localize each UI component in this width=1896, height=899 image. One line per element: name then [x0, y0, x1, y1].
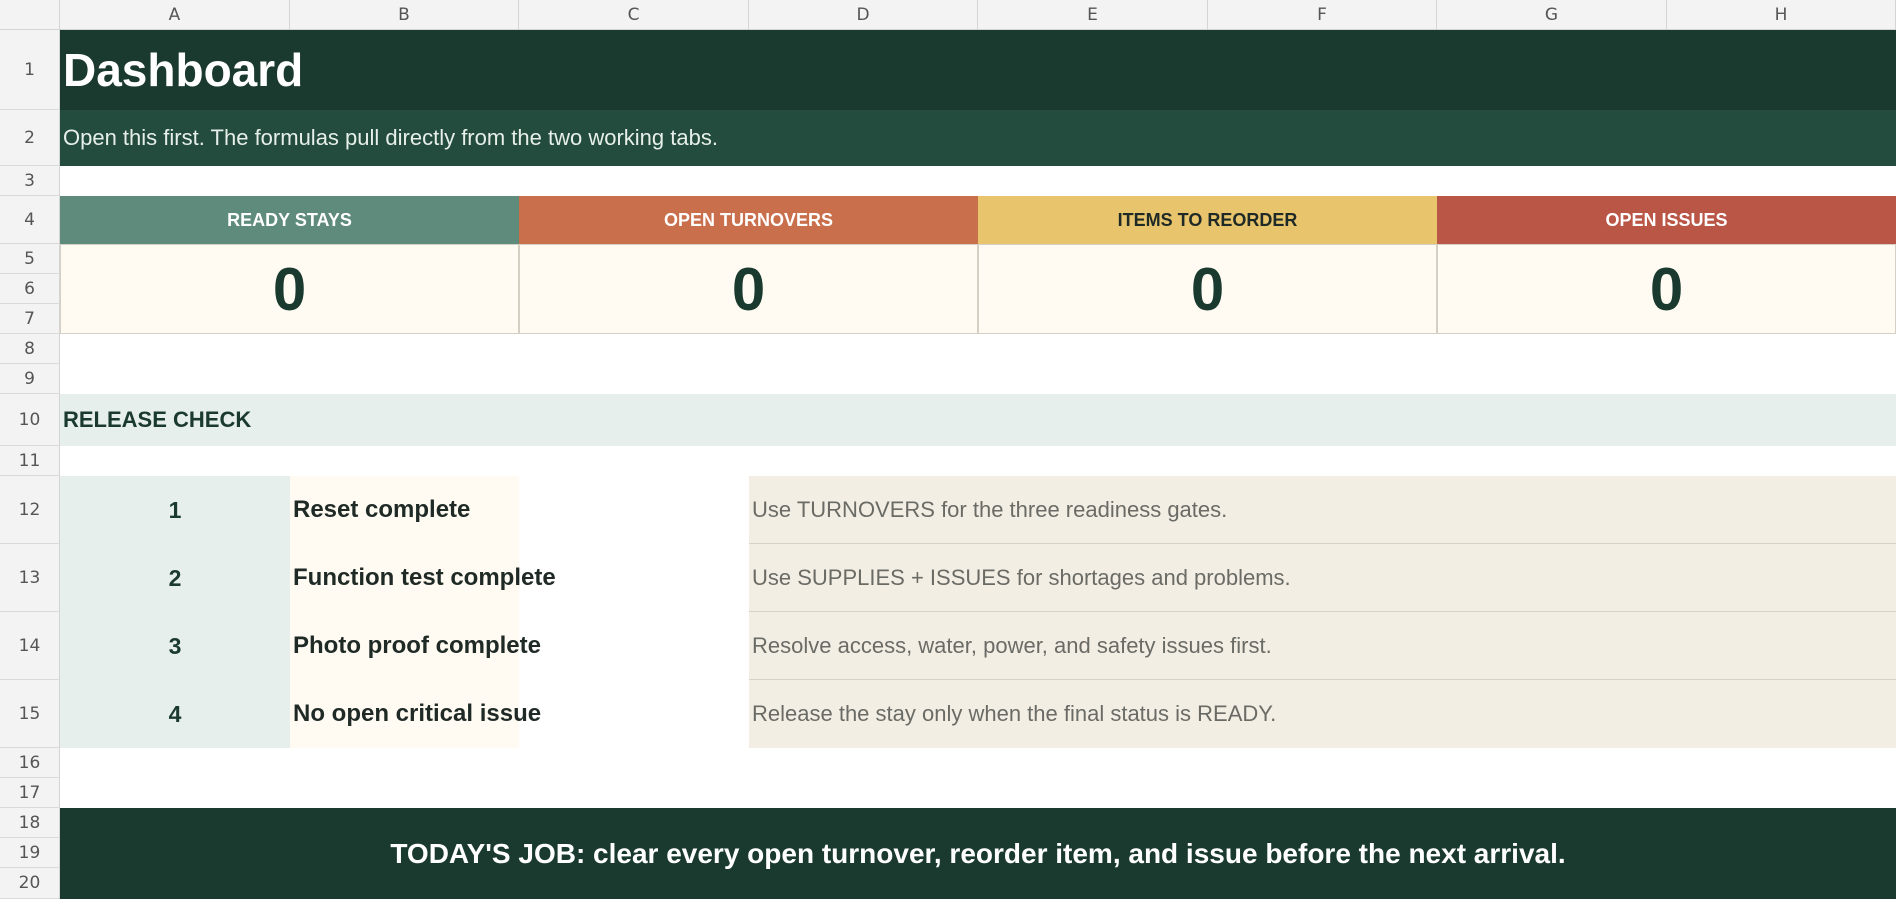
row-header-20[interactable]: 20: [0, 868, 60, 899]
row-header-11[interactable]: 11: [0, 446, 60, 476]
kpi-label-items-to-reorder[interactable]: ITEMS TO REORDER: [978, 196, 1437, 244]
column-header-d[interactable]: D: [749, 0, 978, 30]
kpi-value-ready-stays[interactable]: 0: [60, 244, 519, 334]
check-note[interactable]: Resolve access, water, power, and safety…: [749, 612, 1896, 680]
row-header-7[interactable]: 7: [0, 304, 60, 334]
row-header-16[interactable]: 16: [0, 748, 60, 778]
row-header-12[interactable]: 12: [0, 476, 60, 544]
kpi-label-open-issues[interactable]: OPEN ISSUES: [1437, 196, 1896, 244]
row-header-14[interactable]: 14: [0, 612, 60, 680]
row-header-15[interactable]: 15: [0, 680, 60, 748]
check-note[interactable]: Use TURNOVERS for the three readiness ga…: [749, 476, 1896, 544]
section-release-check[interactable]: RELEASE CHECK: [60, 394, 1896, 446]
column-header-h[interactable]: H: [1667, 0, 1896, 30]
kpi-value-open-issues[interactable]: 0: [1437, 244, 1896, 334]
select-all-corner[interactable]: [0, 0, 60, 30]
check-number[interactable]: 1: [60, 476, 290, 544]
check-note[interactable]: Use SUPPLIES + ISSUES for shortages and …: [749, 544, 1896, 612]
row-header-3[interactable]: 3: [0, 166, 60, 196]
check-step[interactable]: Photo proof complete: [290, 612, 541, 680]
row-header-8[interactable]: 8: [0, 334, 60, 364]
column-header-a[interactable]: A: [60, 0, 290, 30]
row-header-6[interactable]: 6: [0, 274, 60, 304]
row-header-10[interactable]: 10: [0, 394, 60, 446]
column-header-b[interactable]: B: [290, 0, 519, 30]
kpi-label-ready-stays[interactable]: READY STAYS: [60, 196, 519, 244]
todays-job-banner[interactable]: TODAY'S JOB: clear every open turnover, …: [60, 808, 1896, 899]
row-header-18[interactable]: 18: [0, 808, 60, 838]
check-note[interactable]: Release the stay only when the final sta…: [749, 680, 1896, 748]
kpi-value-open-turnovers[interactable]: 0: [519, 244, 978, 334]
row-header-1[interactable]: 1: [0, 30, 60, 110]
check-number[interactable]: 2: [60, 544, 290, 612]
column-header-g[interactable]: G: [1437, 0, 1667, 30]
check-step[interactable]: Reset complete: [290, 476, 519, 544]
row-header-19[interactable]: 19: [0, 838, 60, 868]
check-step[interactable]: Function test complete: [290, 544, 556, 612]
row-header-5[interactable]: 5: [0, 244, 60, 274]
page-title[interactable]: Dashboard: [60, 30, 1896, 110]
column-header-f[interactable]: F: [1208, 0, 1437, 30]
row-header-17[interactable]: 17: [0, 778, 60, 808]
check-number[interactable]: 4: [60, 680, 290, 748]
column-header-e[interactable]: E: [978, 0, 1208, 30]
kpi-label-open-turnovers[interactable]: OPEN TURNOVERS: [519, 196, 978, 244]
page-subtitle[interactable]: Open this first. The formulas pull direc…: [60, 110, 1896, 166]
row-header-4[interactable]: 4: [0, 196, 60, 244]
check-step[interactable]: No open critical issue: [290, 680, 541, 748]
row-header-9[interactable]: 9: [0, 364, 60, 394]
row-header-13[interactable]: 13: [0, 544, 60, 612]
kpi-value-items-to-reorder[interactable]: 0: [978, 244, 1437, 334]
row-header-2[interactable]: 2: [0, 110, 60, 166]
column-header-c[interactable]: C: [519, 0, 749, 30]
check-number[interactable]: 3: [60, 612, 290, 680]
